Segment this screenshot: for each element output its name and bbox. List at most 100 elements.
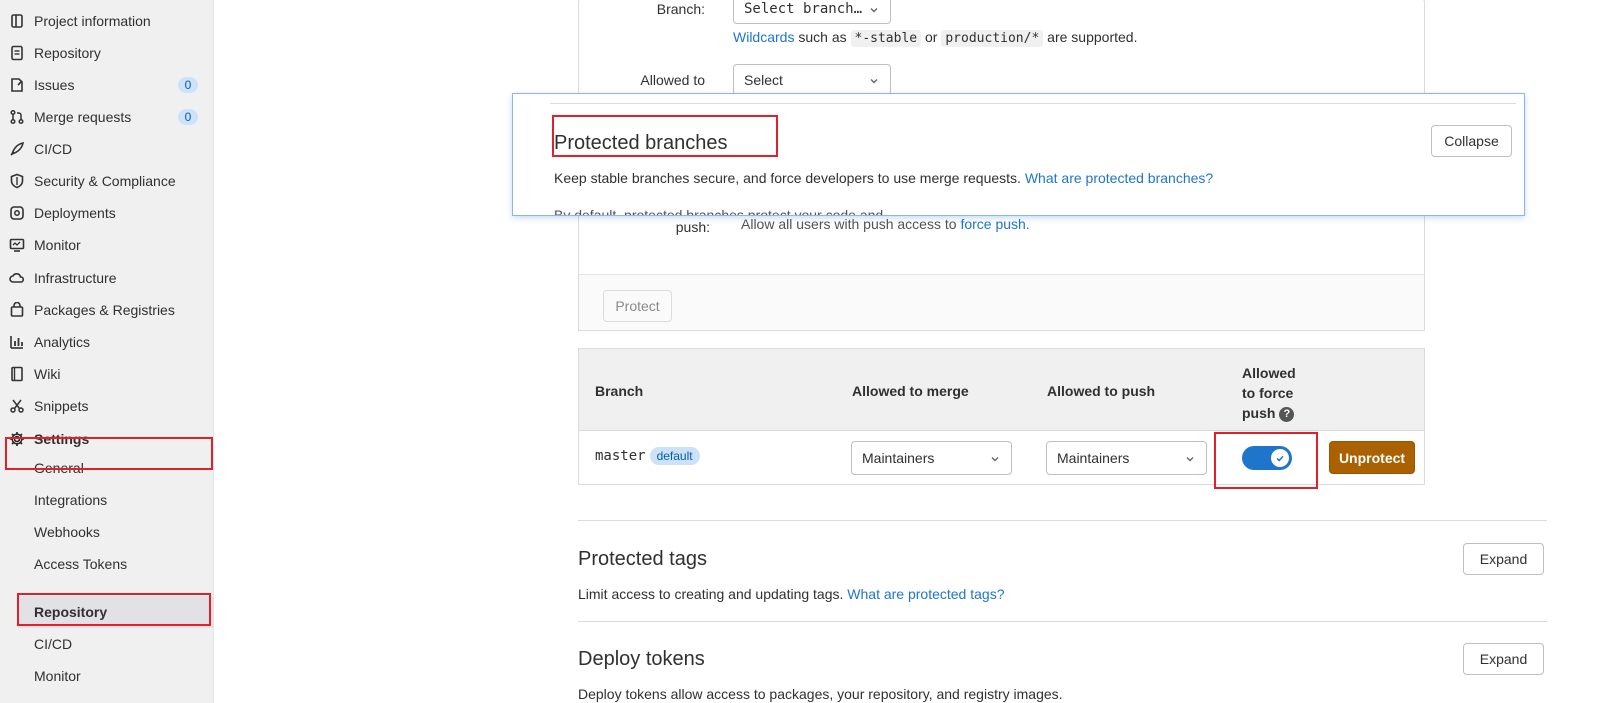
- col-allowed-merge: Allowed to merge: [852, 383, 969, 399]
- sidebar-item-label: Deployments: [34, 205, 116, 221]
- sidebar-item-analytics[interactable]: Analytics: [0, 326, 214, 358]
- sidebar-item-security-compliance[interactable]: Security & Compliance: [0, 165, 214, 197]
- sidebar-item-label: Snippets: [34, 398, 89, 414]
- collapse-button[interactable]: Collapse: [1431, 125, 1512, 157]
- sidebar-item-label: Issues: [34, 77, 75, 93]
- force-push-toggle[interactable]: [1242, 446, 1292, 470]
- deploy-tokens-expand-button[interactable]: Expand: [1463, 643, 1544, 675]
- chevron-down-icon: [989, 452, 1001, 464]
- book-icon: [9, 366, 25, 382]
- allowed-to-push-select[interactable]: Maintainers: [1046, 441, 1207, 475]
- table-header: [579, 349, 1424, 431]
- protected-tags-title: Protected tags: [578, 548, 707, 570]
- sidebar-item-deployments[interactable]: Deployments: [0, 197, 214, 229]
- sidebar-item-wiki[interactable]: Wiki: [0, 358, 214, 390]
- sidebar-item-snippets[interactable]: Snippets: [0, 390, 214, 422]
- sidebar-item-settings[interactable]: Settings: [0, 423, 214, 455]
- code-production: production/*: [941, 30, 1044, 47]
- settings-sub-monitor[interactable]: Monitor: [0, 660, 214, 692]
- sidebar-item-label: Settings: [34, 431, 90, 447]
- protected-tags-expand-button[interactable]: Expand: [1463, 543, 1544, 575]
- unprotect-button[interactable]: Unprotect: [1329, 441, 1415, 474]
- sub-item-label: CI/CD: [34, 636, 73, 652]
- sub-item-label: General: [34, 460, 84, 476]
- col-allowed-force-push: Allowed to force push ?: [1242, 363, 1296, 423]
- sub-item-label: Webhooks: [34, 524, 100, 540]
- popup-desc-text: Keep stable branches secure, and force d…: [554, 170, 1021, 186]
- merge-select-value: Maintainers: [862, 450, 935, 466]
- sidebar-item-repository[interactable]: Repository: [0, 37, 214, 69]
- sidebar-item-packages-registries[interactable]: Packages & Registries: [0, 294, 214, 326]
- sidebar-item-project-information[interactable]: Project information: [0, 5, 214, 37]
- check-icon: [1271, 449, 1289, 467]
- settings-sub-repository[interactable]: Repository: [18, 596, 214, 628]
- chart-icon: [9, 334, 25, 350]
- repository-doc-icon: [9, 45, 25, 61]
- code-stable: *-stable: [850, 30, 922, 47]
- merge-requests-count-badge: 0: [178, 109, 198, 125]
- project-info-icon: [9, 13, 25, 29]
- popup-title: Protected branches: [554, 132, 728, 154]
- wildcard-hint: Wildcards such as *-stable or production…: [733, 29, 1138, 47]
- settings-sub-webhooks[interactable]: Webhooks: [0, 516, 214, 548]
- deploy-tokens-title: Deploy tokens: [578, 648, 705, 670]
- left-sidebar: Project information Repository Issues 0 …: [0, 0, 214, 703]
- package-icon: [9, 302, 25, 318]
- allowed-to-merge-select[interactable]: Maintainers: [851, 441, 1012, 475]
- popup-divider: [550, 103, 1516, 104]
- chevron-down-icon: [1184, 452, 1196, 464]
- scissors-icon: [9, 398, 25, 414]
- sidebar-item-ci-cd[interactable]: CI/CD: [0, 133, 214, 165]
- settings-sub-ci-cd[interactable]: CI/CD: [0, 628, 214, 660]
- protected-tags-desc: Limit access to creating and updating ta…: [578, 586, 1004, 602]
- issues-count-badge: 0: [178, 77, 198, 93]
- sub-item-label: Access Tokens: [34, 556, 128, 572]
- allowed-select-value: Select: [744, 72, 783, 88]
- hint-text: such as: [798, 29, 847, 45]
- protected-branches-table: Branch Allowed to merge Allowed to push …: [578, 348, 1425, 485]
- protected-branches-link[interactable]: What are protected branches?: [1025, 170, 1213, 186]
- push-label: push:: [675, 219, 710, 235]
- default-badge: default: [649, 447, 700, 465]
- sidebar-item-label: Project information: [34, 13, 151, 29]
- protected-tags-link[interactable]: What are protected tags?: [847, 586, 1004, 602]
- form-footer: [578, 274, 1425, 331]
- col-force-line-3: push ?: [1242, 403, 1296, 423]
- chevron-down-icon: [868, 4, 880, 16]
- force-push-link[interactable]: force push.: [960, 216, 1029, 232]
- cloud-icon: [9, 270, 25, 286]
- shield-icon: [9, 173, 25, 189]
- sidebar-item-monitor[interactable]: Monitor: [0, 229, 214, 261]
- question-icon[interactable]: ?: [1279, 406, 1295, 422]
- protect-button[interactable]: Protect: [603, 290, 672, 322]
- settings-sub-general[interactable]: General: [0, 452, 214, 484]
- monitor-icon: [9, 237, 25, 253]
- rocket-icon: [9, 141, 25, 157]
- col-force-line: push: [1242, 405, 1276, 421]
- push-select-value: Maintainers: [1057, 450, 1130, 466]
- allowed-to-select[interactable]: Select: [733, 64, 891, 96]
- issues-icon: [9, 77, 25, 93]
- deployments-icon: [9, 205, 25, 221]
- hint-text: are supported.: [1047, 29, 1138, 45]
- settings-sub-access-tokens[interactable]: Access Tokens: [0, 548, 214, 580]
- sidebar-item-label: CI/CD: [34, 141, 73, 157]
- sidebar-item-infrastructure[interactable]: Infrastructure: [0, 262, 214, 294]
- sidebar-item-merge-requests[interactable]: Merge requests 0: [0, 101, 214, 133]
- chevron-down-icon: [868, 74, 880, 86]
- sidebar-item-label: Merge requests: [34, 109, 132, 125]
- force-push-hint: Allow all users with push access to forc…: [741, 216, 1030, 232]
- popup-cut-text: By default, protected branches protect y…: [554, 207, 884, 216]
- tags-desc-text: Limit access to creating and updating ta…: [578, 586, 844, 602]
- branch-select[interactable]: Select branch…: [733, 0, 891, 24]
- settings-sub-integrations[interactable]: Integrations: [0, 484, 214, 516]
- sidebar-item-label: Repository: [34, 45, 101, 61]
- divider: [578, 621, 1547, 622]
- sidebar-item-issues[interactable]: Issues 0: [0, 69, 214, 101]
- sub-item-label: Monitor: [34, 668, 81, 684]
- deploy-tokens-desc: Deploy tokens allow access to packages, …: [578, 686, 1063, 702]
- gear-icon: [9, 431, 25, 447]
- wildcards-link[interactable]: Wildcards: [733, 29, 794, 45]
- col-branch: Branch: [595, 383, 644, 399]
- allowed-to-label: Allowed to: [640, 72, 705, 88]
